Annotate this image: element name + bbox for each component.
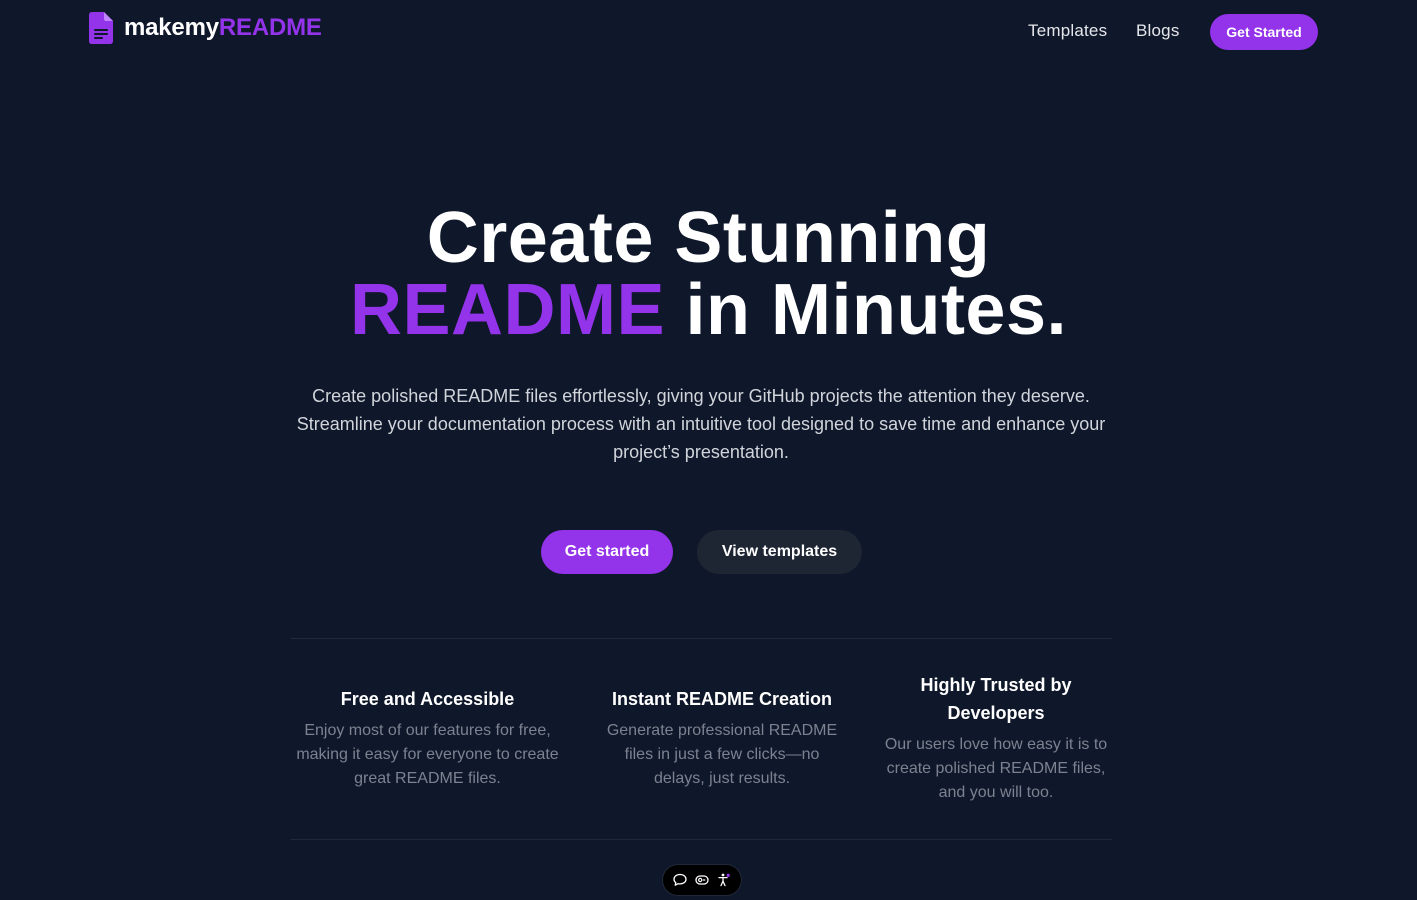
hero-title-rest: in Minutes. bbox=[685, 270, 1068, 350]
hero-title-accent: README bbox=[349, 270, 665, 350]
brand-name: makemyREADME bbox=[124, 14, 322, 42]
chat-bubble-icon[interactable] bbox=[672, 872, 688, 888]
nav-link-blogs[interactable]: Blogs bbox=[1136, 21, 1180, 41]
cookie-settings-icon[interactable] bbox=[694, 872, 710, 888]
hero-subtitle: Create polished README files effortlessl… bbox=[296, 386, 1106, 462]
get-started-button[interactable]: Get started bbox=[541, 530, 673, 574]
hero-title-line1: Create Stunning bbox=[426, 198, 991, 278]
get-started-nav-button[interactable]: Get Started bbox=[1210, 14, 1318, 50]
brand-logo-link[interactable]: makemyREADME bbox=[89, 12, 322, 44]
feature-description: Generate professional README files in ju… bbox=[606, 722, 838, 787]
feature-description: Our users love how easy it is to create … bbox=[884, 736, 1108, 801]
feature-description: Enjoy most of our features for free, mak… bbox=[296, 722, 559, 787]
brand-name-part1: makemy bbox=[124, 14, 219, 41]
brand-name-part2: README bbox=[218, 14, 322, 41]
hero-title: Create Stunning README in Minutes. bbox=[0, 202, 1417, 346]
nav-link-templates[interactable]: Templates bbox=[1028, 21, 1107, 41]
feature-card-trusted: Highly Trusted by Developers Our users l… bbox=[880, 671, 1112, 805]
section-divider-top bbox=[291, 638, 1112, 639]
feature-card-free: Free and Accessible Enjoy most of our fe… bbox=[291, 685, 564, 791]
document-icon bbox=[89, 12, 113, 44]
feature-card-instant: Instant README Creation Generate profess… bbox=[598, 685, 846, 791]
section-divider-bottom bbox=[291, 839, 1112, 840]
feature-title: Highly Trusted by Developers bbox=[920, 675, 1072, 723]
view-templates-button[interactable]: View templates bbox=[697, 530, 862, 574]
feature-title: Free and Accessible bbox=[340, 689, 515, 709]
floating-toolbar-widget bbox=[662, 864, 742, 896]
feature-title: Instant README Creation bbox=[611, 689, 833, 709]
accessibility-icon[interactable] bbox=[716, 872, 732, 888]
top-navbar: makemyREADME Templates Blogs Get Started bbox=[0, 0, 1417, 64]
